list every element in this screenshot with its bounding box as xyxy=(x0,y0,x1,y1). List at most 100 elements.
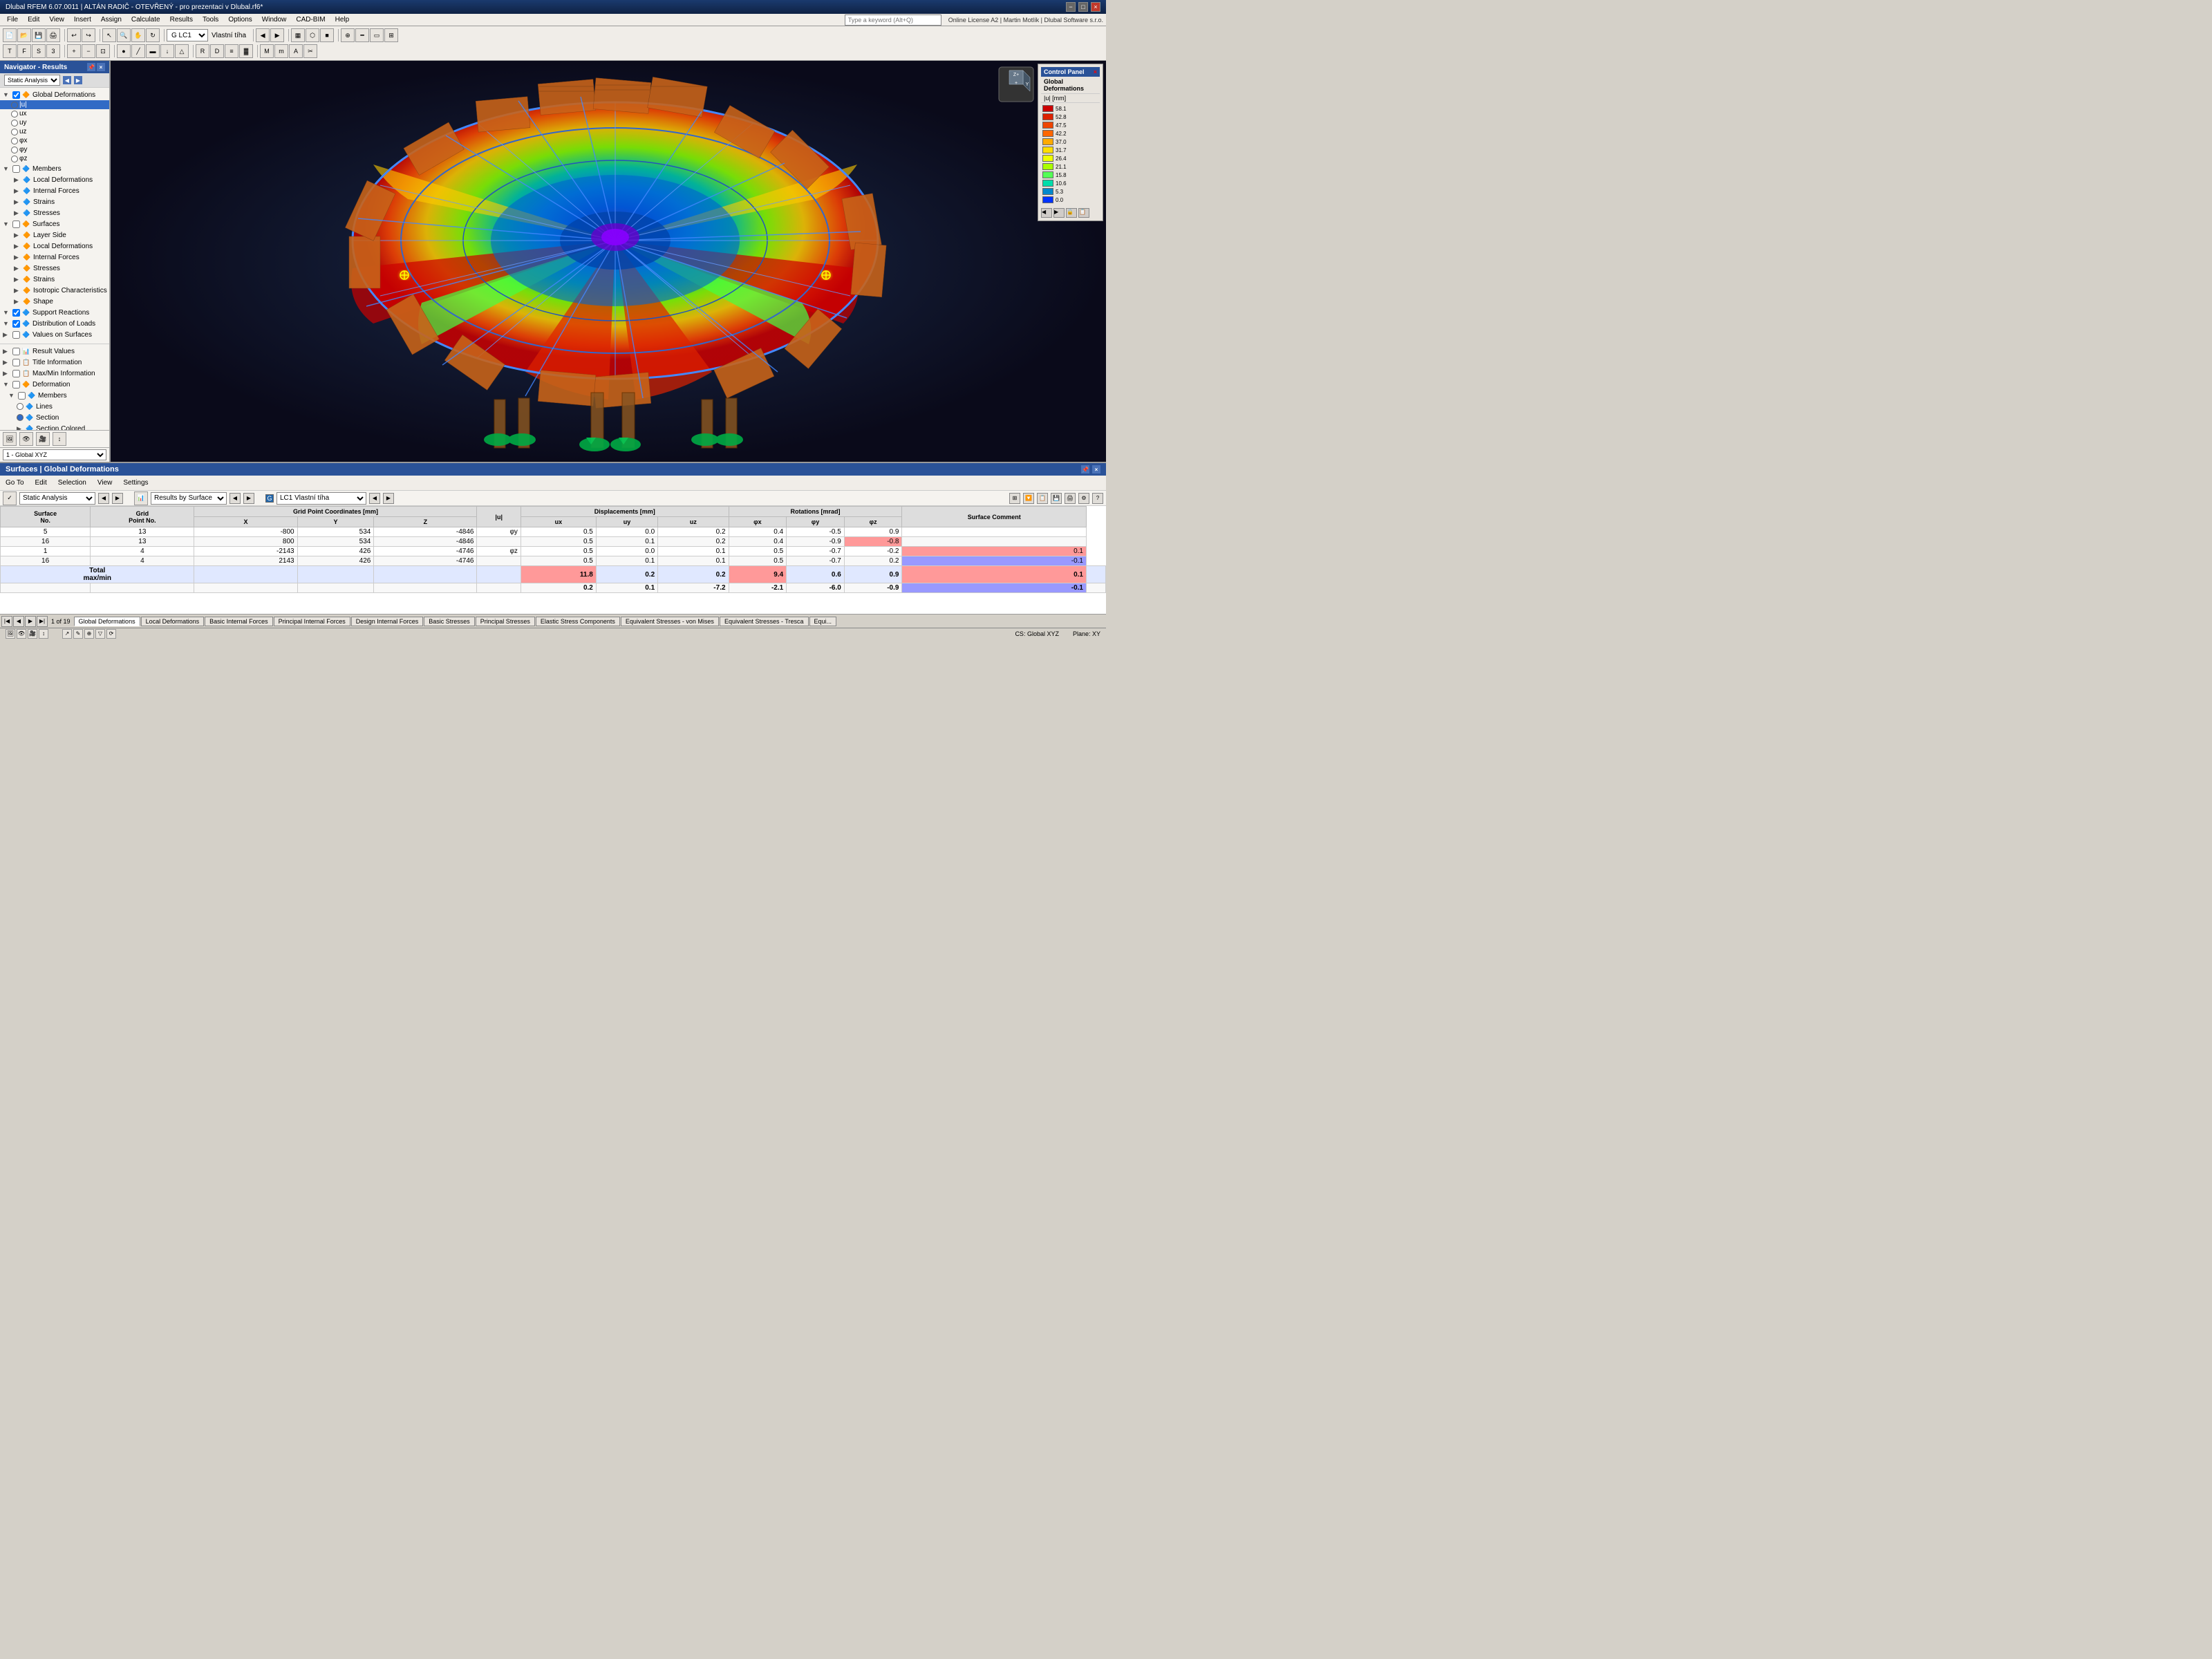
data-panel-close[interactable]: × xyxy=(1092,465,1100,474)
nav-item-surfaces[interactable]: ▼ 🔶 Surfaces xyxy=(0,218,109,229)
tab-elastic-stress[interactable]: Elastic Stress Components xyxy=(536,617,620,626)
nav-item-ux[interactable]: ux xyxy=(0,109,109,118)
check-maxmin-info[interactable] xyxy=(12,370,20,377)
viewport[interactable]: Control Panel × Global Deformations |u| … xyxy=(111,61,1106,462)
data-panel-pin[interactable]: 📌 xyxy=(1081,465,1089,474)
expand-surfaces[interactable]: ▼ xyxy=(3,221,11,227)
nav-item-title-info[interactable]: ▶ 📋 Title Information xyxy=(0,357,109,368)
status-icon-2[interactable]: 👁 xyxy=(17,629,26,639)
dt-lc-next[interactable]: ▶ xyxy=(383,493,394,504)
check-deformation[interactable] xyxy=(12,381,20,388)
tb-zoom-fit[interactable]: ⊡ xyxy=(96,44,110,58)
nav-item-surf-int-forces[interactable]: ▶ 🔶 Internal Forces xyxy=(0,252,109,263)
menu-calculate[interactable]: Calculate xyxy=(127,15,165,24)
dt-lc-prev[interactable]: ◀ xyxy=(369,493,380,504)
legend-btn-2[interactable]: ▶ xyxy=(1053,208,1065,218)
control-panel-close[interactable]: × xyxy=(1094,68,1097,75)
expand-int-forces[interactable]: ▶ xyxy=(14,187,22,195)
dt-settings-btn[interactable]: ⚙ xyxy=(1078,493,1089,504)
nav-item-phiy[interactable]: φy xyxy=(0,145,109,154)
tb-show-lines[interactable]: ╱ xyxy=(131,44,145,58)
expand-surf-stresses[interactable]: ▶ xyxy=(14,265,22,272)
dt-export-btn[interactable]: 💾 xyxy=(1051,493,1062,504)
radio-phiy[interactable] xyxy=(11,147,18,153)
expand-isotropic[interactable]: ▶ xyxy=(14,287,22,294)
expand-global-deformations[interactable]: ▼ xyxy=(3,91,11,98)
st-icon-5[interactable]: ⟳ xyxy=(106,629,116,639)
analysis-select[interactable]: Static Analysis xyxy=(19,492,95,505)
tab-principal-internal-forces[interactable]: Principal Internal Forces xyxy=(274,617,350,626)
page-last[interactable]: ▶| xyxy=(37,616,48,627)
tb-pan[interactable]: ✋ xyxy=(131,28,145,42)
nav-item-strains[interactable]: ▶ 🔷 Strains xyxy=(0,196,109,207)
radio-phiz[interactable] xyxy=(11,156,18,162)
nav-item-surf-stresses[interactable]: ▶ 🔶 Stresses xyxy=(0,263,109,274)
check-result-values[interactable] xyxy=(12,348,20,355)
tab-local-deformations[interactable]: Local Deformations xyxy=(141,617,205,626)
st-icon-1[interactable]: ↗ xyxy=(62,629,72,639)
nav-item-surf-local-def[interactable]: ▶ 🔶 Local Deformations xyxy=(0,241,109,252)
tab-principal-stresses[interactable]: Principal Stresses xyxy=(476,617,535,626)
menu-insert[interactable]: Insert xyxy=(70,15,95,24)
nav-next[interactable]: ▶ xyxy=(74,76,82,84)
expand-surf-local-def[interactable]: ▶ xyxy=(14,243,22,250)
tb-show-surf[interactable]: ▬ xyxy=(146,44,160,58)
nav-item-shape[interactable]: ▶ 🔶 Shape xyxy=(0,296,109,307)
expand-surf-int-forces[interactable]: ▶ xyxy=(14,254,22,261)
nav-icon-4[interactable]: ↕ xyxy=(53,432,66,446)
results-by-select[interactable]: Results by Surface xyxy=(151,492,227,505)
tb-show-supports[interactable]: △ xyxy=(175,44,189,58)
nav-item-dist-loads[interactable]: ▼ 🔷 Distribution of Loads xyxy=(0,318,109,329)
dp-edit[interactable]: Edit xyxy=(32,478,50,487)
table-row-4[interactable]: 16 4 2143 426 -4746 0.5 0.1 0.1 0.5 -0.7… xyxy=(1,556,1106,566)
check-title-info[interactable] xyxy=(12,359,20,366)
expand-title-info[interactable]: ▶ xyxy=(3,359,11,366)
nav-close-button[interactable]: × xyxy=(97,63,105,71)
expand-shape[interactable]: ▶ xyxy=(14,298,22,306)
nav-item-support-reactions[interactable]: ▼ 🔷 Support Reactions xyxy=(0,307,109,318)
nav-item-stresses[interactable]: ▶ 🔷 Stresses xyxy=(0,207,109,218)
dt-filter-btn[interactable]: 🔽 xyxy=(1023,493,1034,504)
tab-design-internal-forces[interactable]: Design Internal Forces xyxy=(351,617,424,626)
dt-results-icon[interactable]: 📊 xyxy=(134,491,148,505)
check-members[interactable] xyxy=(12,165,20,173)
expand-layer-side[interactable]: ▶ xyxy=(14,232,22,239)
nav-item-phiz[interactable]: φz xyxy=(0,154,109,163)
expand-values-surfaces[interactable]: ▶ xyxy=(3,331,11,339)
tab-basic-stresses[interactable]: Basic Stresses xyxy=(424,617,475,626)
menu-tools[interactable]: Tools xyxy=(198,15,223,24)
dt-analysis-next[interactable]: ▶ xyxy=(112,493,123,504)
tb-isolines[interactable]: ≡ xyxy=(225,44,238,58)
tb-view-top[interactable]: T xyxy=(3,44,17,58)
tb-surface[interactable]: ▭ xyxy=(370,28,384,42)
expand-dist-loads[interactable]: ▼ xyxy=(3,320,11,327)
tab-equiv-tresca[interactable]: Equivalent Stresses - Tresca xyxy=(720,617,809,626)
nav-item-isotropic[interactable]: ▶ 🔶 Isotropic Characteristics xyxy=(0,285,109,296)
dp-settings[interactable]: Settings xyxy=(120,478,151,487)
radio-uz[interactable] xyxy=(11,129,18,135)
menu-cad-bim[interactable]: CAD-BIM xyxy=(292,15,329,24)
maximize-button[interactable]: □ xyxy=(1078,2,1088,12)
dp-view[interactable]: View xyxy=(95,478,115,487)
radio-ux[interactable] xyxy=(11,111,18,118)
expand-def-members[interactable]: ▼ xyxy=(8,392,17,399)
dt-copy-btn[interactable]: 📋 xyxy=(1037,493,1048,504)
nav-item-def-lines[interactable]: 🔷 Lines xyxy=(0,401,109,412)
st-icon-3[interactable]: ⊕ xyxy=(84,629,94,639)
nav-icon-3[interactable]: 🎥 xyxy=(36,432,50,446)
tb-axes[interactable]: ⊞ xyxy=(384,28,398,42)
tb-max[interactable]: M xyxy=(260,44,274,58)
tb-show-loads[interactable]: ↓ xyxy=(160,44,174,58)
page-first[interactable]: |◀ xyxy=(1,616,12,627)
tab-basic-internal-forces[interactable]: Basic Internal Forces xyxy=(205,617,273,626)
nav-item-result-values[interactable]: ▶ 📊 Result Values xyxy=(0,346,109,357)
analysis-type-select[interactable]: Static Analysis xyxy=(4,75,60,86)
check-def-members[interactable] xyxy=(18,392,26,400)
keyword-search[interactable] xyxy=(845,15,941,26)
status-icon-4[interactable]: ↕ xyxy=(39,629,48,639)
nav-item-surf-strains[interactable]: ▶ 🔶 Strains xyxy=(0,274,109,285)
nav-pin-button[interactable]: 📌 xyxy=(87,63,95,71)
tb-view-side[interactable]: S xyxy=(32,44,46,58)
tb-render[interactable]: ▦ xyxy=(291,28,305,42)
st-icon-4[interactable]: ▽ xyxy=(95,629,105,639)
